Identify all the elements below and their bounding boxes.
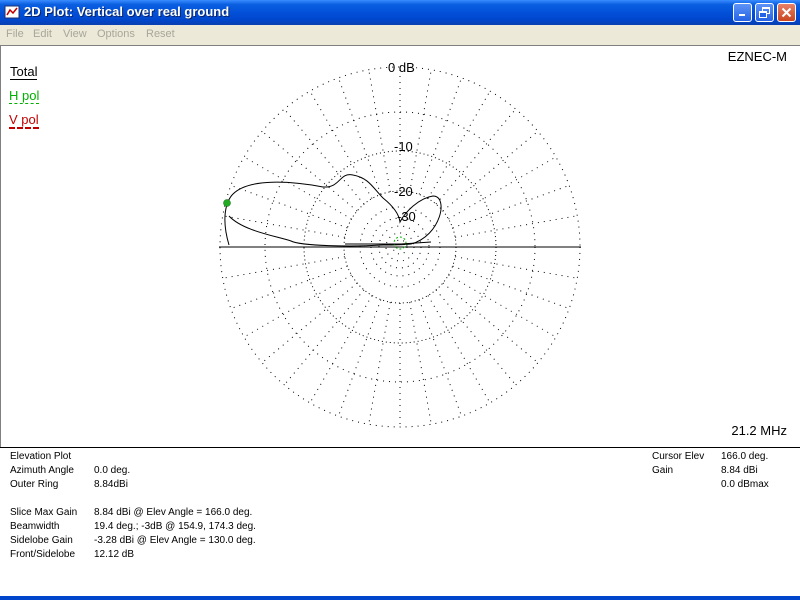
grid-spoke bbox=[222, 256, 345, 279]
menu-file[interactable]: File bbox=[6, 28, 24, 40]
grid-spoke bbox=[309, 90, 373, 199]
grid-spoke bbox=[283, 289, 365, 386]
grid-spoke bbox=[435, 289, 517, 386]
info-value: 8.84 dBi bbox=[721, 465, 758, 476]
grid-spoke bbox=[283, 108, 365, 205]
info-value: 12.12 dB bbox=[94, 549, 135, 560]
restore-button[interactable] bbox=[755, 3, 774, 22]
info-key: Sidelobe Gain bbox=[10, 535, 73, 546]
info-value: 8.84dBi bbox=[94, 479, 128, 490]
grid-spoke bbox=[455, 215, 578, 238]
minimize-icon bbox=[739, 14, 745, 16]
ring-label-0db: 0 dB bbox=[388, 60, 415, 75]
info-key: Beamwidth bbox=[10, 521, 60, 532]
info-panel: Elevation Plot Azimuth Angle 0.0 deg. Out… bbox=[0, 447, 800, 597]
info-key: Slice Max Gain bbox=[10, 507, 78, 518]
window-title: 2D Plot: Vertical over real ground bbox=[24, 4, 230, 19]
info-value: -3.28 dBi @ Elev Angle = 130.0 deg. bbox=[94, 535, 256, 546]
info-value: 0.0 deg. bbox=[94, 465, 131, 476]
grid-spoke bbox=[455, 256, 578, 279]
grid-spoke bbox=[435, 108, 517, 205]
window-bottom-border bbox=[0, 596, 800, 600]
info-key: Outer Ring bbox=[10, 479, 59, 490]
grid-spoke bbox=[243, 156, 352, 220]
info-value: 8.84 dBi @ Elev Angle = 166.0 deg. bbox=[94, 507, 253, 518]
ring-label-10: -10 bbox=[394, 139, 413, 154]
info-key: Cursor Elev bbox=[652, 451, 705, 462]
ring-label-20: -20 bbox=[394, 184, 413, 199]
polar-plot[interactable]: 0 dB -10 -20 -30 bbox=[1, 46, 799, 446]
grid-spoke bbox=[409, 69, 432, 192]
grid-spoke bbox=[409, 302, 432, 425]
grid-spoke bbox=[427, 90, 491, 199]
menu-bar: File Edit View Options Reset bbox=[0, 25, 800, 45]
info-value: 0.0 dBmax bbox=[721, 479, 769, 490]
close-icon bbox=[781, 7, 792, 18]
title-bar[interactable]: 2D Plot: Vertical over real ground bbox=[0, 0, 800, 25]
grid-spoke bbox=[368, 69, 391, 192]
ring-label-30: -30 bbox=[397, 209, 416, 224]
restore-icon bbox=[759, 7, 770, 18]
grid-spoke bbox=[261, 282, 358, 364]
info-value: 19.4 deg.; -3dB @ 154.9, 174.3 deg. bbox=[94, 521, 256, 532]
grid-spoke bbox=[222, 215, 345, 238]
menu-reset[interactable]: Reset bbox=[146, 28, 175, 40]
grid-spoke bbox=[448, 156, 557, 220]
grid-spoke bbox=[309, 295, 373, 404]
menu-options[interactable]: Options bbox=[97, 28, 135, 40]
menu-view[interactable]: View bbox=[63, 28, 87, 40]
plot-area[interactable]: Total H pol V pol EZNEC-M 21.2 MHz 0 dB … bbox=[0, 45, 800, 447]
grid-spoke bbox=[368, 302, 391, 425]
app-icon bbox=[4, 5, 20, 19]
info-key: Front/Sidelobe bbox=[10, 549, 76, 560]
cursor-marker[interactable] bbox=[223, 199, 231, 207]
minimize-button[interactable] bbox=[733, 3, 752, 22]
info-key: Gain bbox=[652, 465, 674, 476]
grid-spoke bbox=[442, 130, 539, 212]
grid-spoke bbox=[442, 282, 539, 364]
info-value: 166.0 deg. bbox=[721, 451, 769, 462]
info-key: Elevation Plot bbox=[10, 451, 72, 462]
grid-spoke bbox=[448, 274, 557, 338]
info-key: Azimuth Angle bbox=[10, 465, 74, 476]
grid-spoke bbox=[261, 130, 358, 212]
grid-spoke bbox=[243, 274, 352, 338]
grid-spoke bbox=[427, 295, 491, 404]
menu-edit[interactable]: Edit bbox=[33, 28, 52, 40]
close-button[interactable] bbox=[777, 3, 796, 22]
